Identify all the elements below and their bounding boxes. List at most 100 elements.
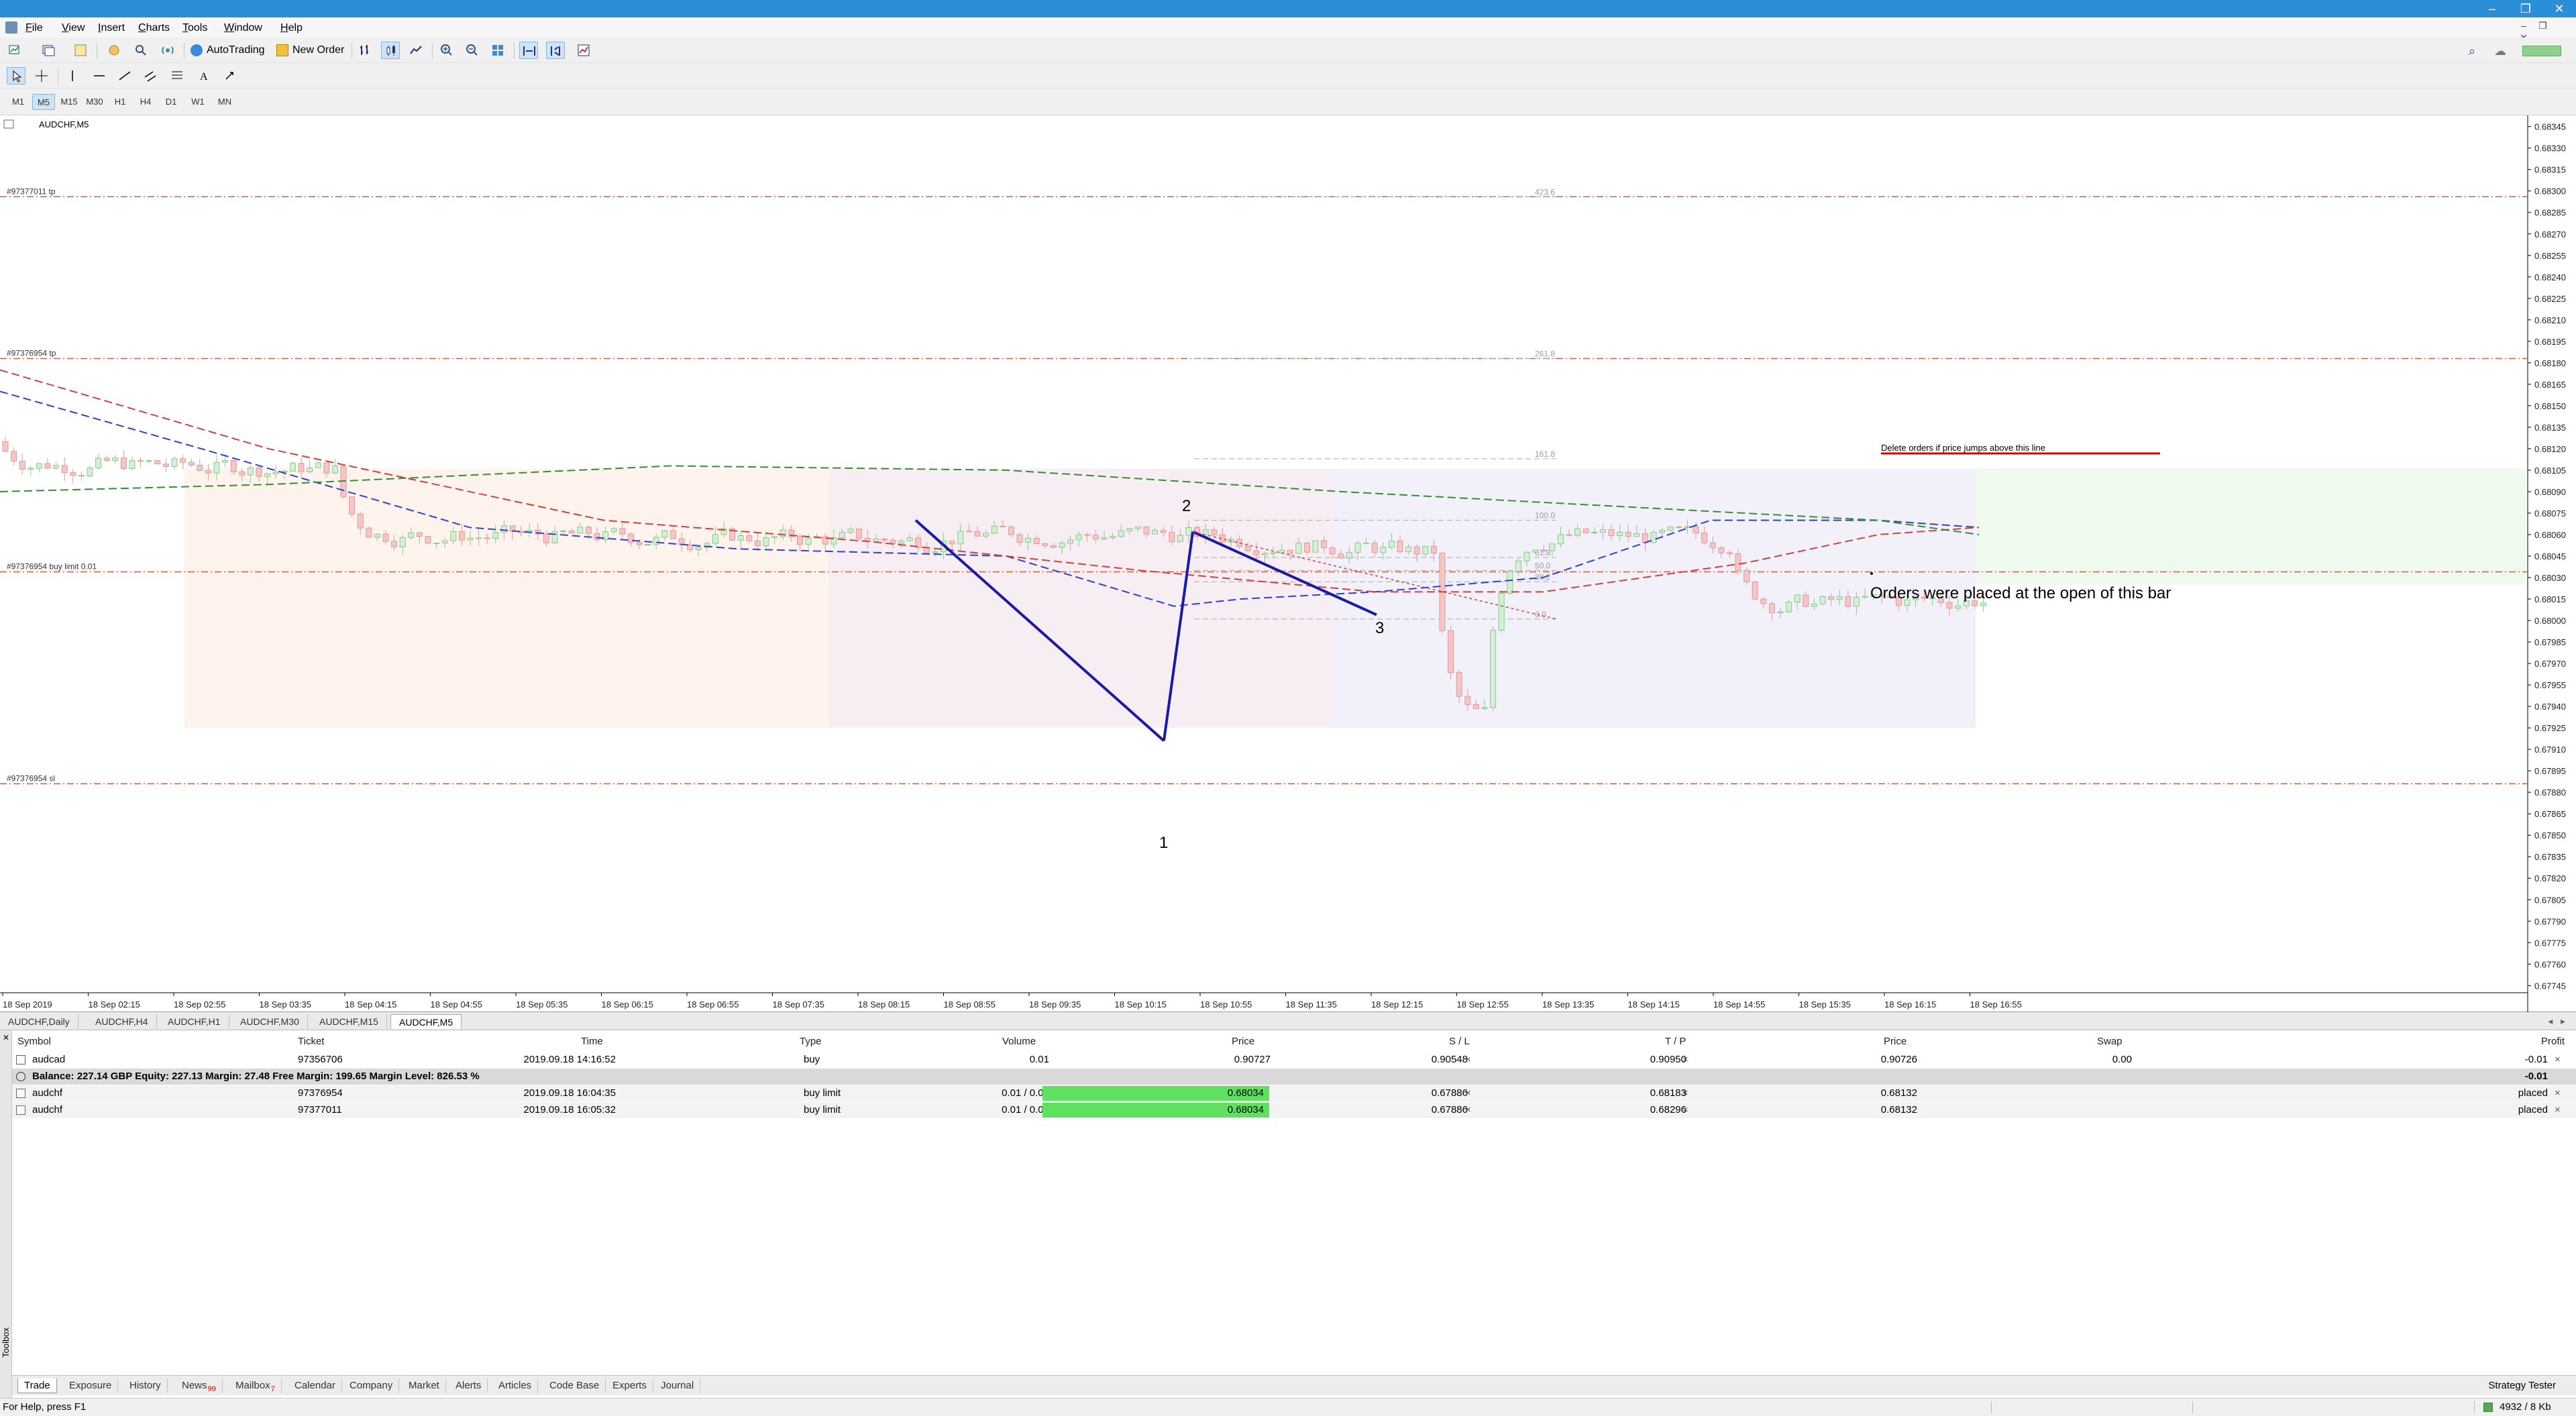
chart-tab-m30[interactable]: AUDCHF,M30 xyxy=(232,1014,308,1029)
candlestick-button[interactable] xyxy=(381,42,400,59)
col-tp[interactable]: T / P xyxy=(1665,1036,1686,1047)
table-row[interactable]: audchf 97376954 2019.09.18 16:04:35 buy … xyxy=(12,1085,2576,1101)
close-window-button[interactable]: ✕ xyxy=(2542,0,2576,17)
tab-market[interactable]: Market xyxy=(402,1378,446,1393)
timeframe-d1[interactable]: D1 xyxy=(160,94,182,110)
market-watch-button[interactable] xyxy=(71,42,90,59)
chart-tab-daily[interactable]: AUDCHF,Daily xyxy=(0,1014,78,1029)
table-row[interactable]: audchf 97377011 2019.09.18 16:05:32 buy … xyxy=(12,1102,2576,1118)
close-tp-icon[interactable]: × xyxy=(1682,1085,1688,1101)
delete-order-icon[interactable]: × xyxy=(2555,1102,2561,1118)
chart-window[interactable]: 0.68345 0.68330 0.68315 0.68300 0.68285 0.682… xyxy=(0,115,2576,1012)
col-sl[interactable]: S / L xyxy=(1449,1036,1470,1047)
bar-chart-button[interactable] xyxy=(356,42,374,59)
timeframe-m1[interactable]: M1 xyxy=(7,94,30,110)
horizontal-line-button[interactable] xyxy=(90,67,109,85)
minimize-button[interactable]: – xyxy=(2475,0,2509,17)
text-tool-button[interactable]: A xyxy=(195,67,213,85)
chart-tab-h4[interactable]: AUDCHF,H4 xyxy=(87,1014,157,1029)
zoom-out-button[interactable] xyxy=(463,42,482,59)
chart-tab-h1[interactable]: AUDCHF,H1 xyxy=(160,1014,229,1029)
col-time[interactable]: Time xyxy=(581,1036,603,1047)
tab-experts[interactable]: Experts xyxy=(606,1378,653,1393)
col-volume[interactable]: Volume xyxy=(1002,1036,1036,1047)
time-tick-label: 18 Sep 02:15 xyxy=(89,999,140,1010)
profiles-button[interactable] xyxy=(39,42,58,59)
restore-button[interactable]: ❐ xyxy=(2509,0,2542,17)
timeframe-m15[interactable]: M15 xyxy=(58,94,80,110)
chart-tab-m5[interactable]: AUDCHF,M5 xyxy=(390,1014,462,1029)
col-profit[interactable]: Profit xyxy=(2541,1036,2565,1047)
price-chart[interactable]: 0.68345 0.68330 0.68315 0.68300 0.68285 0.682… xyxy=(0,115,2576,1012)
navigator-button[interactable] xyxy=(105,42,123,59)
chart-tab-scroll[interactable]: ◂ ▸ xyxy=(2548,1016,2565,1027)
close-position-icon[interactable]: × xyxy=(2555,1052,2561,1068)
connection-status-icon[interactable] xyxy=(2522,46,2561,56)
app-icon[interactable] xyxy=(5,21,17,34)
search-terminal-button[interactable] xyxy=(131,42,150,59)
tab-code-base[interactable]: Code Base xyxy=(543,1378,606,1393)
menu-view[interactable]: View xyxy=(62,21,85,35)
equidistant-channel-button[interactable] xyxy=(141,67,160,85)
zoom-in-button[interactable] xyxy=(437,42,456,59)
timeframe-h1[interactable]: H1 xyxy=(109,94,131,110)
chat-icon[interactable]: ☁ xyxy=(2494,44,2506,58)
tile-windows-button[interactable] xyxy=(488,42,507,59)
search-icon[interactable]: ⌕ xyxy=(2469,44,2475,58)
menu-insert[interactable]: Insert xyxy=(98,21,125,35)
vertical-line-button[interactable] xyxy=(63,67,82,85)
chart-shift-button[interactable] xyxy=(519,42,538,59)
tab-articles[interactable]: Articles xyxy=(492,1378,539,1393)
tab-mailbox[interactable]: Mailbox7 xyxy=(229,1378,282,1393)
col-price[interactable]: Price xyxy=(1232,1036,1254,1047)
close-sl-icon[interactable]: × xyxy=(1465,1102,1471,1118)
timeframe-m30[interactable]: M30 xyxy=(83,94,106,110)
delete-order-icon[interactable]: × xyxy=(2555,1085,2561,1101)
close-terminal-icon[interactable]: ✕ xyxy=(3,1033,9,1042)
autoscroll-button[interactable] xyxy=(546,42,565,59)
menu-charts[interactable]: Charts xyxy=(138,21,170,35)
crosshair-button[interactable] xyxy=(32,67,51,85)
tab-news[interactable]: News99 xyxy=(176,1378,223,1393)
timeframe-mn[interactable]: MN xyxy=(213,94,236,110)
timeframe-h4[interactable]: H4 xyxy=(134,94,157,110)
menu-tools[interactable]: Tools xyxy=(182,21,207,35)
chart-tab-m15[interactable]: AUDCHF,M15 xyxy=(311,1014,387,1029)
menu-window[interactable]: Window xyxy=(224,21,262,35)
tab-history[interactable]: History xyxy=(123,1378,168,1393)
close-tp-icon[interactable]: × xyxy=(1682,1102,1688,1118)
col-ticket[interactable]: Ticket xyxy=(298,1036,324,1047)
menu-file[interactable]: File xyxy=(25,21,43,35)
tab-alerts[interactable]: Alerts xyxy=(449,1378,488,1393)
trendline-button[interactable] xyxy=(115,67,134,85)
candle-body xyxy=(416,532,423,537)
menu-help[interactable]: Help xyxy=(280,21,303,35)
col-type[interactable]: Type xyxy=(800,1036,822,1047)
timeframe-m5[interactable]: M5 xyxy=(32,94,55,110)
tab-calendar[interactable]: Calendar xyxy=(288,1378,342,1393)
col-swap[interactable]: Swap xyxy=(2097,1036,2123,1047)
col-price2[interactable]: Price xyxy=(1884,1036,1907,1047)
tab-journal[interactable]: Journal xyxy=(655,1378,701,1393)
new-order-button[interactable]: New Order xyxy=(274,42,344,59)
col-symbol[interactable]: Symbol xyxy=(17,1036,51,1047)
timeframe-w1[interactable]: W1 xyxy=(186,94,209,110)
close-sl-icon[interactable]: × xyxy=(1465,1052,1471,1068)
indicators-button[interactable] xyxy=(574,42,593,59)
strategy-tester-button[interactable]: Strategy Tester xyxy=(2488,1378,2556,1393)
new-chart-button[interactable] xyxy=(5,42,24,59)
close-sl-icon[interactable]: × xyxy=(1465,1085,1471,1101)
tab-trade[interactable]: Trade xyxy=(17,1378,57,1393)
line-chart-button[interactable] xyxy=(407,42,425,59)
tab-exposure[interactable]: Exposure xyxy=(63,1378,119,1393)
tab-company[interactable]: Company xyxy=(343,1378,400,1393)
signals-button[interactable] xyxy=(158,42,177,59)
autotrading-button[interactable]: AutoTrading xyxy=(188,42,265,59)
fibonacci-button[interactable] xyxy=(168,67,186,85)
arrows-button[interactable] xyxy=(221,67,240,85)
cursor-button[interactable] xyxy=(7,67,25,85)
close-tp-icon[interactable]: × xyxy=(1682,1052,1688,1068)
mdi-minimize-icon[interactable]: – xyxy=(2516,20,2532,31)
mdi-restore-icon[interactable]: ❐ xyxy=(2534,20,2551,32)
table-row[interactable]: audcad 97356706 2019.09.18 14:16:52 buy … xyxy=(12,1052,2576,1068)
